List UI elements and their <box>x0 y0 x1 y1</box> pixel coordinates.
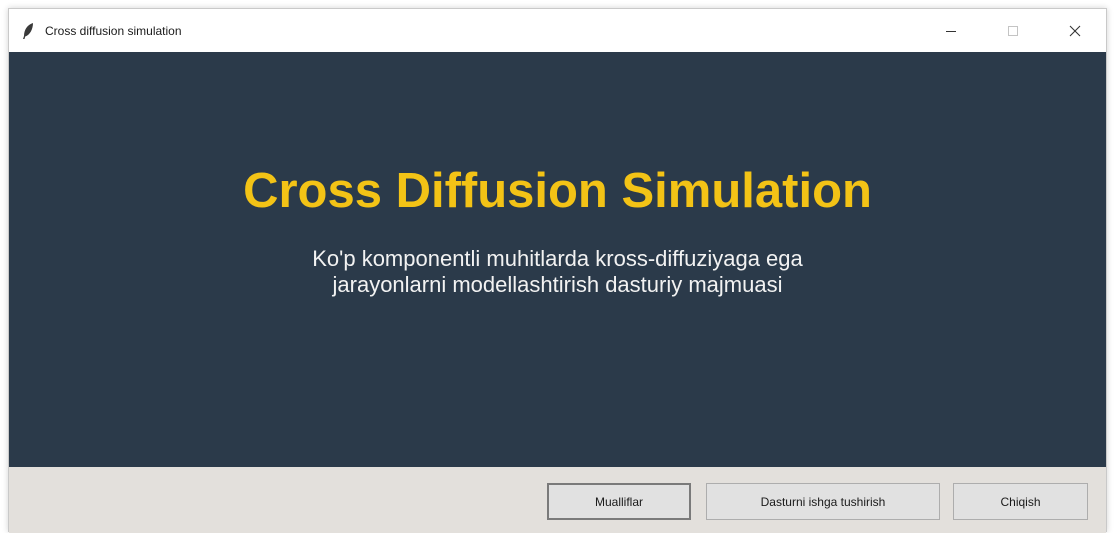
maximize-button[interactable] <box>982 9 1044 52</box>
app-window: Cross diffusion simulation Cross Diffusi… <box>8 8 1107 533</box>
close-icon <box>1069 25 1081 36</box>
authors-button[interactable]: Mualliflar <box>547 483 691 520</box>
subtitle-line-2: jarayonlarni modellashtirish dasturiy ma… <box>332 272 783 297</box>
maximize-icon <box>1008 25 1018 36</box>
content-panel: Cross Diffusion Simulation Ko'p komponen… <box>9 52 1106 467</box>
run-program-button[interactable]: Dasturni ishga tushirish <box>706 483 940 520</box>
exit-button[interactable]: Chiqish <box>953 483 1088 520</box>
minimize-icon <box>946 30 956 32</box>
main-title: Cross Diffusion Simulation <box>243 164 872 218</box>
close-button[interactable] <box>1044 9 1106 52</box>
subtitle: Ko'p komponentli muhitlarda kross-diffuz… <box>9 246 1106 298</box>
minimize-button[interactable] <box>920 9 982 52</box>
caption-controls <box>920 9 1106 52</box>
window-title: Cross diffusion simulation <box>45 23 182 38</box>
title-bar[interactable]: Cross diffusion simulation <box>9 9 1106 52</box>
feather-icon <box>13 9 43 52</box>
button-bar: Mualliflar Dasturni ishga tushirish Chiq… <box>9 467 1106 533</box>
subtitle-line-1: Ko'p komponentli muhitlarda kross-diffuz… <box>312 246 803 271</box>
